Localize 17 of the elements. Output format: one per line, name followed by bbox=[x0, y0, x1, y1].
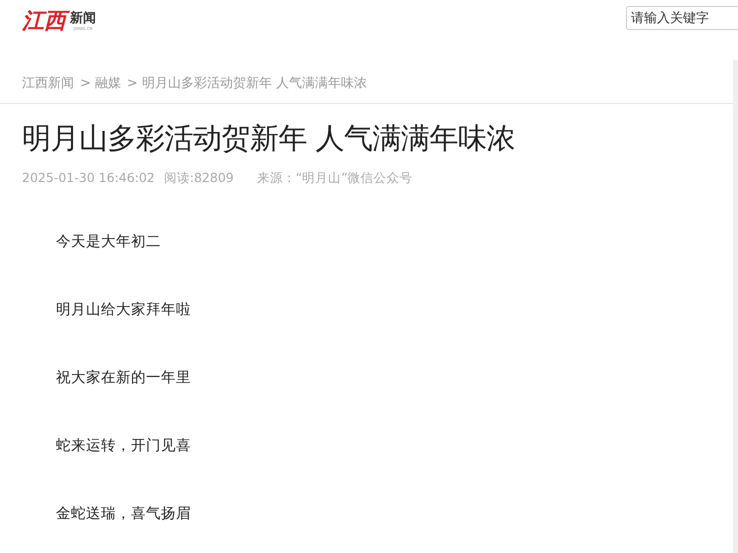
breadcrumb-current: 明月山多彩活动贺新年 人气满满年味浓 bbox=[142, 75, 367, 92]
search-field[interactable]: 请输入关键字 bbox=[626, 6, 738, 30]
logo-name: 新闻 bbox=[70, 12, 96, 26]
publish-date: 2025-01-30 16:46:02 bbox=[22, 170, 155, 187]
logo-brand: 江西 bbox=[22, 6, 69, 36]
breadcrumb-separator: > bbox=[126, 76, 138, 90]
paragraph: 今天是大年初二 bbox=[56, 233, 162, 251]
breadcrumb-link[interactable]: 江西新闻 bbox=[22, 74, 74, 92]
paragraph: 蛇来运转，开门见喜 bbox=[56, 437, 192, 455]
breadcrumb-separator: > bbox=[80, 76, 91, 90]
paragraph: 明月山给大家拜年啦 bbox=[56, 301, 192, 319]
view-count: 阅读:82809 bbox=[164, 170, 234, 187]
breadcrumb-link[interactable]: 融媒 bbox=[94, 74, 121, 92]
paragraph: 金蛇送瑞，喜气扬眉 bbox=[56, 505, 192, 523]
article-title: 明月山多彩活动贺新年 人气满满年味浓 bbox=[22, 120, 516, 157]
paragraph: 祝大家在新的一年里 bbox=[56, 369, 192, 387]
article-source: 来源：“明月山”微信公众号 bbox=[256, 170, 413, 187]
